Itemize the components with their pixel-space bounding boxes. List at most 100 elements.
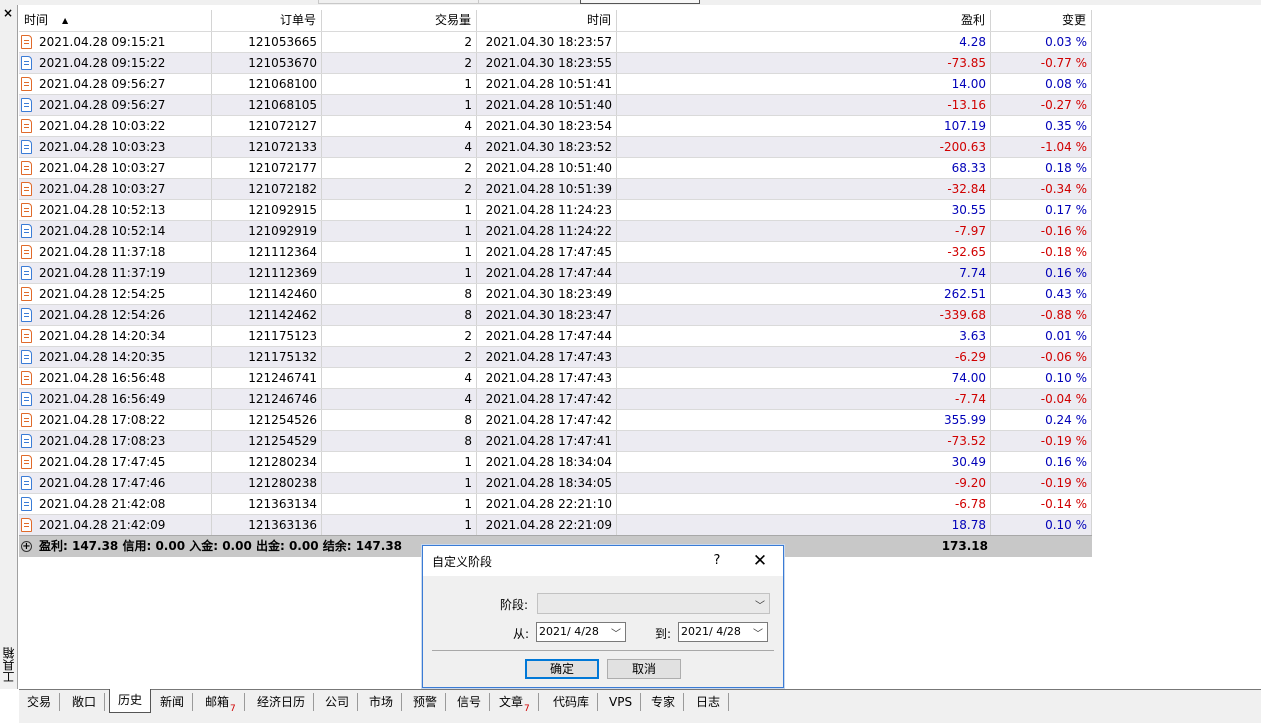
chevron-down-icon[interactable]: ﹀ (753, 626, 763, 644)
table-row[interactable]: 2021.04.28 14:20:34 121175123 2 2021.04.28 … (19, 325, 1092, 346)
from-date-picker[interactable]: 2021/ 4/28 ﹀ (536, 622, 626, 642)
to-label: 到: (655, 627, 672, 641)
table-row[interactable]: 2021.04.28 17:47:46 121280238 1 2021.04.28 … (19, 472, 1092, 493)
cell-ticket: 121142460 (212, 284, 322, 304)
table-row[interactable]: 2021.04.28 17:47:45 121280234 1 2021.04.28 … (19, 451, 1092, 472)
tab-5[interactable]: 经济日历 (249, 693, 315, 711)
table-row[interactable]: 2021.04.28 11:37:18 121112364 1 2021.04.28 … (19, 241, 1092, 262)
table-row[interactable]: 2021.04.28 10:03:27 121072177 2 2021.04.28 … (19, 157, 1092, 178)
tab-8[interactable]: 预警 (405, 693, 447, 711)
tab-11[interactable]: 代码库 (545, 693, 599, 711)
cell-change: 0.08 % (991, 74, 1092, 94)
column-header-change[interactable]: 变更 (991, 10, 1092, 31)
bottom-tab-bar: 交易 敞口 历史 新闻 邮箱7 经济日历 公司 市场 预警 信号 文章7 代码库 VPS 专家 日志 (19, 689, 1261, 723)
cell-volume: 1 (322, 452, 477, 472)
tab-label: 经济日历 (257, 695, 306, 709)
close-icon[interactable]: ✕ (749, 550, 771, 572)
column-header-close-time[interactable]: 时间 (477, 10, 617, 31)
table-row[interactable]: 2021.04.28 17:08:23 121254529 8 2021.04.28 … (19, 430, 1092, 451)
cell-profit: -200.63 (617, 137, 991, 157)
cell-open-time: 2021.04.28 16:56:49 (19, 389, 212, 409)
cell-change: 0.16 % (991, 452, 1092, 472)
cell-open-time: 2021.04.28 17:47:45 (19, 452, 212, 472)
cell-close-time: 2021.04.28 17:47:45 (477, 242, 617, 262)
tab-label: 文章 (499, 695, 524, 709)
cell-profit: 7.74 (617, 263, 991, 283)
cell-ticket: 121092915 (212, 200, 322, 220)
tab-0[interactable]: 交易 (19, 693, 61, 711)
cell-open-time: 2021.04.28 21:42:08 (19, 494, 212, 514)
cell-ticket: 121072177 (212, 158, 322, 178)
cell-profit: -6.78 (617, 494, 991, 514)
cell-close-time: 2021.04.28 17:47:43 (477, 368, 617, 388)
table-row[interactable]: 2021.04.28 09:56:27 121068105 1 2021.04.28 … (19, 94, 1092, 115)
cell-volume: 1 (322, 515, 477, 535)
cell-open-time: 2021.04.28 10:52:13 (19, 200, 212, 220)
tab-14[interactable]: 日志 (688, 693, 730, 711)
toolbox-label[interactable]: 工具箱 (2, 647, 16, 683)
table-row[interactable]: 2021.04.28 17:08:22 121254526 8 2021.04.28 … (19, 409, 1092, 430)
table-row[interactable]: 2021.04.28 16:56:48 121246741 4 2021.04.28 … (19, 367, 1092, 388)
cell-close-time: 2021.04.28 17:47:44 (477, 263, 617, 283)
tab-label: VPS (609, 695, 633, 709)
cell-open-time: 2021.04.28 10:03:22 (19, 116, 212, 136)
tab-2[interactable]: 历史 (109, 689, 152, 713)
buy-order-icon (21, 497, 32, 511)
buy-order-icon (21, 266, 32, 280)
tab-3[interactable]: 新闻 (152, 693, 194, 711)
buy-order-icon (21, 140, 32, 154)
table-row[interactable]: 2021.04.28 10:03:23 121072133 4 2021.04.30 … (19, 136, 1092, 157)
column-header-profit[interactable]: 盈利 (617, 10, 991, 31)
open-time-text: 2021.04.28 17:47:46 (39, 476, 166, 490)
column-header-open-time[interactable]: 时间 ▲ (19, 10, 212, 31)
expand-plus-icon[interactable]: + (21, 541, 32, 552)
cell-profit: 3.63 (617, 326, 991, 346)
tab-12[interactable]: VPS (601, 693, 642, 711)
table-row[interactable]: 2021.04.28 21:42:08 121363134 1 2021.04.28 … (19, 493, 1092, 514)
table-row[interactable]: 2021.04.28 10:52:13 121092915 1 2021.04.28 … (19, 199, 1092, 220)
cell-profit: -7.97 (617, 221, 991, 241)
table-row[interactable]: 2021.04.28 12:54:25 121142460 8 2021.04.30 … (19, 283, 1092, 304)
tab-10[interactable]: 文章7 (491, 693, 539, 714)
table-row[interactable]: 2021.04.28 14:20:35 121175132 2 2021.04.28 … (19, 346, 1092, 367)
sell-order-icon (21, 245, 32, 259)
cell-ticket: 121142462 (212, 305, 322, 325)
table-row[interactable]: 2021.04.28 12:54:26 121142462 8 2021.04.30 … (19, 304, 1092, 325)
table-row[interactable]: 2021.04.28 09:56:27 121068100 1 2021.04.28 … (19, 73, 1092, 94)
sell-order-icon (21, 287, 32, 301)
cell-change: 0.17 % (991, 200, 1092, 220)
table-row[interactable]: 2021.04.28 11:37:19 121112369 1 2021.04.28 … (19, 262, 1092, 283)
chevron-down-icon[interactable]: ﹀ (611, 626, 621, 644)
cell-ticket: 121053670 (212, 53, 322, 73)
dialog-title-bar[interactable]: 自定义阶段 ? ✕ (423, 546, 783, 576)
column-header-volume[interactable]: 交易量 (322, 10, 477, 31)
cell-change: 0.03 % (991, 32, 1092, 52)
to-date-picker[interactable]: 2021/ 4/28 ﹀ (678, 622, 768, 642)
cell-volume: 4 (322, 137, 477, 157)
tab-7[interactable]: 市场 (361, 693, 403, 711)
table-row[interactable]: 2021.04.28 21:42:09 121363136 1 2021.04.28 … (19, 514, 1092, 535)
close-icon[interactable]: × (3, 6, 13, 20)
tab-1[interactable]: 敞口 (64, 693, 106, 711)
cell-ticket: 121072133 (212, 137, 322, 157)
tab-9[interactable]: 信号 (449, 693, 491, 711)
buy-order-icon (21, 224, 32, 238)
table-row[interactable]: 2021.04.28 10:03:22 121072127 4 2021.04.30 … (19, 115, 1092, 136)
tab-4[interactable]: 邮箱7 (197, 693, 245, 714)
table-row[interactable]: 2021.04.28 10:52:14 121092919 1 2021.04.28 … (19, 220, 1092, 241)
ok-button[interactable]: 确定 (525, 659, 599, 679)
cell-open-time: 2021.04.28 11:37:19 (19, 263, 212, 283)
table-row[interactable]: 2021.04.28 09:15:22 121053670 2 2021.04.30 … (19, 52, 1092, 73)
cancel-button[interactable]: 取消 (607, 659, 681, 679)
tab-13[interactable]: 专家 (643, 693, 685, 711)
help-icon[interactable]: ? (709, 551, 725, 571)
cell-change: 0.24 % (991, 410, 1092, 430)
open-time-text: 2021.04.28 09:15:22 (39, 56, 166, 70)
tab-6[interactable]: 公司 (317, 693, 359, 711)
period-select[interactable]: ﹀ (537, 593, 770, 614)
cell-open-time: 2021.04.28 14:20:35 (19, 347, 212, 367)
column-header-ticket[interactable]: 订单号 (212, 10, 322, 31)
table-row[interactable]: 2021.04.28 10:03:27 121072182 2 2021.04.28 … (19, 178, 1092, 199)
table-row[interactable]: 2021.04.28 16:56:49 121246746 4 2021.04.28 … (19, 388, 1092, 409)
table-row[interactable]: 2021.04.28 09:15:21 121053665 2 2021.04.30 … (19, 31, 1092, 52)
